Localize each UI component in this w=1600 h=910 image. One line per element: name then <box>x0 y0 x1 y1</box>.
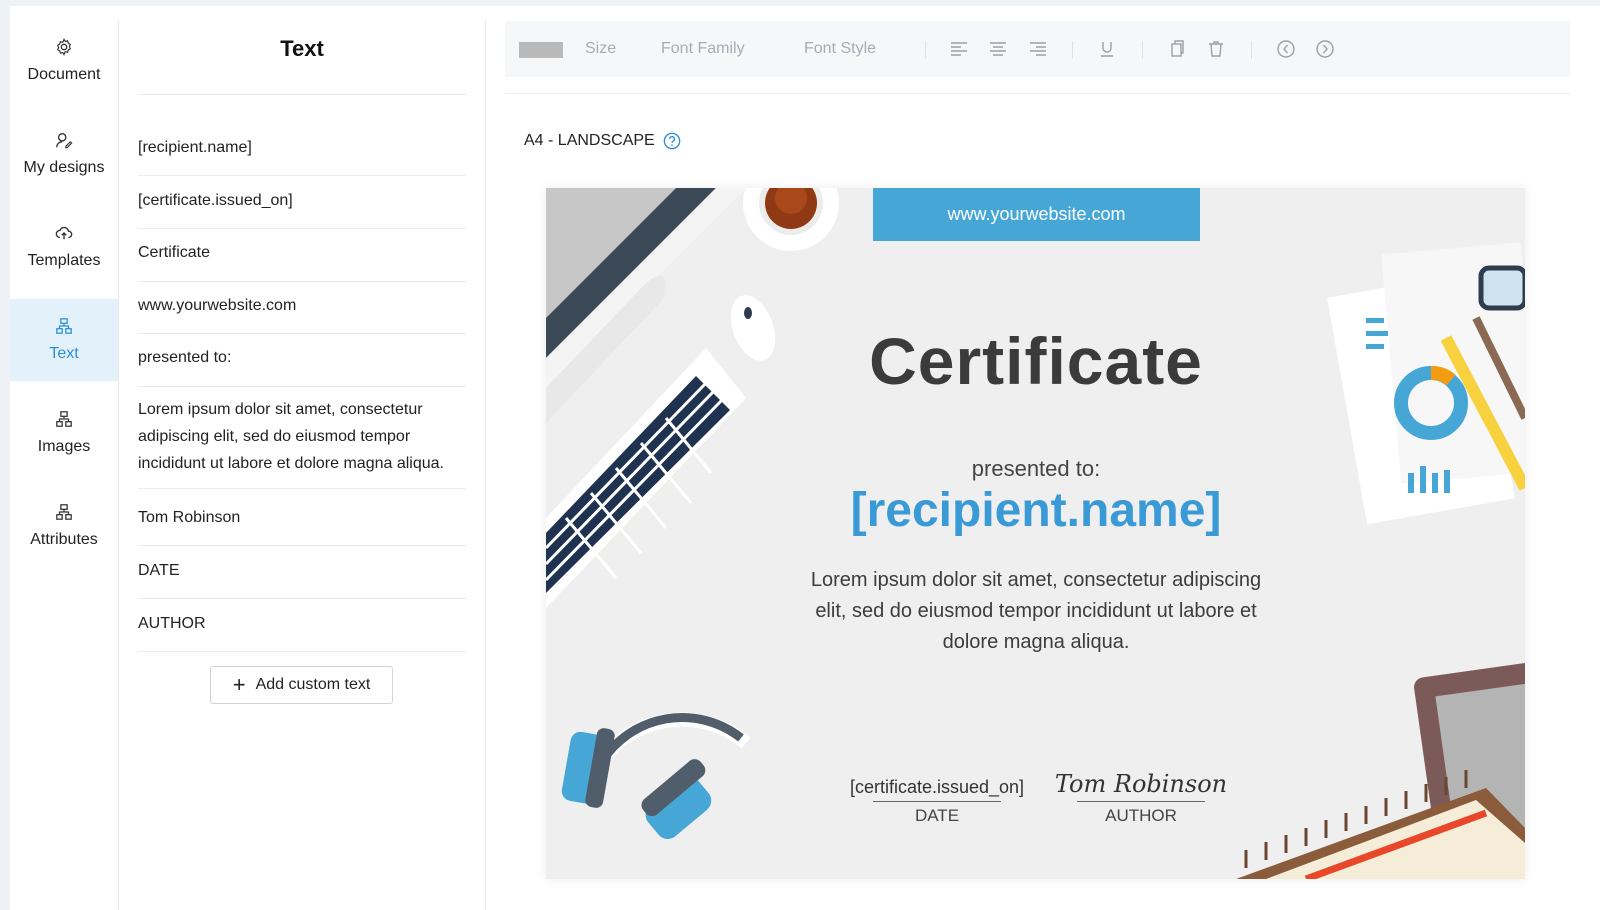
text-item-author-name[interactable]: Tom Robinson <box>138 499 466 546</box>
text-item-certificate[interactable]: Certificate <box>138 234 466 282</box>
sidebar-item-attributes[interactable]: Attributes <box>10 485 118 567</box>
text-item-body[interactable]: Lorem ipsum dolor sit amet, consectetur … <box>138 391 466 489</box>
format-toolbar: Size Font Family Font Style <box>505 21 1570 77</box>
text-item-author[interactable]: AUTHOR <box>138 604 466 652</box>
coffee-cup-graphic <box>743 188 839 251</box>
underline-icon[interactable] <box>1097 39 1117 59</box>
user-edit-icon <box>56 133 73 149</box>
align-left-icon[interactable] <box>949 39 969 59</box>
color-swatch[interactable] <box>519 42 563 58</box>
sidebar-item-templates[interactable]: Templates <box>10 206 118 288</box>
text-item-issued-on[interactable]: [certificate.issued_on] <box>138 181 466 229</box>
cloud-upload-icon <box>55 226 73 240</box>
sidebar-item-label: Document <box>27 66 101 83</box>
certificate-website-banner[interactable]: www.yourwebsite.com <box>873 188 1200 241</box>
text-item-date[interactable]: DATE <box>138 551 466 599</box>
sitemap-icon <box>56 411 72 427</box>
author-signature: Tom Robinson <box>1054 770 1228 798</box>
sidebar-item-my-designs[interactable]: My designs <box>10 113 118 195</box>
mouse-graphic <box>730 295 776 361</box>
date-value: [certificate.issued_on] <box>849 777 1025 797</box>
sidebar-nav: Document My designs Templates Text Image… <box>10 20 119 910</box>
sidebar-item-text[interactable]: Text <box>10 299 118 381</box>
help-icon[interactable] <box>663 132 681 150</box>
gear-icon <box>56 38 72 56</box>
sidebar-item-label: Text <box>49 345 79 362</box>
panel-title: Text <box>138 36 466 95</box>
sitemap-icon <box>56 504 72 520</box>
sidebar-item-images[interactable]: Images <box>10 392 118 474</box>
font-family-dropdown[interactable]: Font Family <box>661 40 745 58</box>
size-dropdown[interactable]: Size <box>585 40 616 58</box>
text-item-recipient-name[interactable]: [recipient.name] <box>138 128 466 176</box>
toolbar-divider <box>1142 41 1143 59</box>
redo-icon[interactable] <box>1315 39 1335 59</box>
author-block[interactable]: Tom Robinson AUTHOR <box>1041 760 1241 826</box>
add-custom-text-label: Add custom text <box>255 676 371 693</box>
certificate-body-text[interactable]: Lorem ipsum dolor sit amet, consectetur … <box>796 565 1276 658</box>
headphones-graphic <box>561 712 751 839</box>
text-panel: Text [recipient.name] [certificate.issue… <box>118 20 486 910</box>
certificate-presented-to[interactable]: presented to: <box>836 456 1236 482</box>
text-item-website[interactable]: www.yourwebsite.com <box>138 286 466 334</box>
toolbar-divider <box>1072 41 1073 59</box>
certificate-canvas[interactable]: www.yourwebsite.com Certificate presente… <box>546 188 1525 879</box>
date-line <box>873 801 1001 802</box>
date-label: DATE <box>914 806 960 825</box>
toolbar-divider-line <box>505 93 1570 94</box>
reports-graphic <box>1327 242 1525 525</box>
align-right-icon[interactable] <box>1028 39 1048 59</box>
toolbar-divider <box>925 41 926 59</box>
plus-icon: + <box>232 672 246 697</box>
copy-icon[interactable] <box>1167 39 1187 59</box>
toolbar-divider <box>1251 41 1252 59</box>
text-item-presented[interactable]: presented to: <box>138 339 466 387</box>
add-custom-text-button[interactable]: + Add custom text <box>210 666 393 704</box>
align-center-icon[interactable] <box>988 39 1008 59</box>
author-line <box>1077 801 1205 802</box>
trash-icon[interactable] <box>1206 39 1226 59</box>
certificate-recipient-name[interactable]: [recipient.name] <box>776 483 1296 538</box>
sidebar-item-label: My designs <box>23 159 105 176</box>
author-label: AUTHOR <box>1105 806 1177 825</box>
sidebar-item-document[interactable]: Document <box>10 20 118 102</box>
sidebar-item-label: Templates <box>27 252 101 269</box>
sidebar-item-label: Images <box>37 438 91 455</box>
undo-icon[interactable] <box>1276 39 1296 59</box>
sidebar-item-label: Attributes <box>30 531 98 548</box>
paper-size-label: A4 - LANDSCAPE <box>524 132 681 150</box>
font-style-dropdown[interactable]: Font Style <box>804 40 876 58</box>
date-block[interactable]: [certificate.issued_on] DATE <box>837 760 1037 826</box>
app-window: Document My designs Templates Text Image… <box>10 6 1600 910</box>
certificate-title[interactable]: Certificate <box>776 323 1296 399</box>
paper-size-text: A4 - LANDSCAPE <box>524 132 655 149</box>
sitemap-icon <box>56 318 72 334</box>
